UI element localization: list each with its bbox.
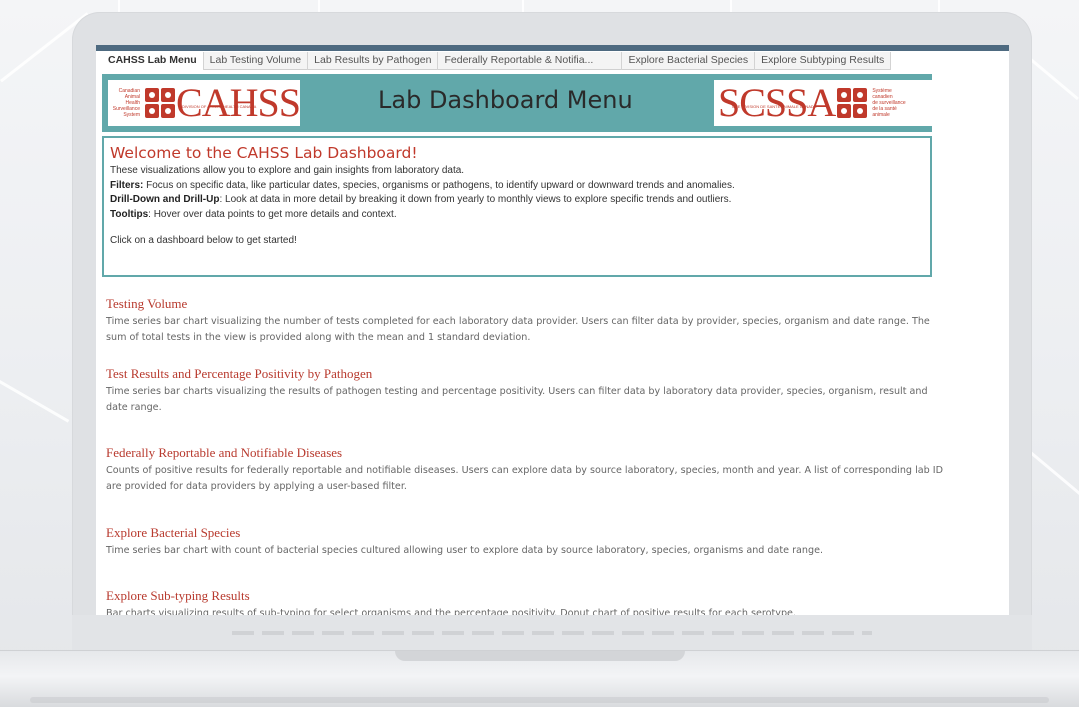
section-federally-reportable[interactable]: Federally Reportable and Notifiable Dise… xyxy=(106,445,946,495)
welcome-intro: These visualizations allow you to explor… xyxy=(110,165,465,176)
welcome-filters: Filters: Focus on specific data, like pa… xyxy=(110,179,735,191)
welcome-cta: Click on a dashboard below to get starte… xyxy=(110,235,297,246)
laptop-keyboard xyxy=(72,615,1032,652)
cahss-logo: Canadian Animal Health Surveillance Syst… xyxy=(108,80,301,126)
laptop-notch xyxy=(395,651,685,661)
cahss-emblem-icon xyxy=(144,88,175,118)
laptop-base xyxy=(0,650,1079,707)
dashboard-tabs: CAHSS Lab Menu Lab Testing Volume Lab Re… xyxy=(102,52,892,70)
scssa-logo: SCSSA UNE DIVISION DE SANTÉ ANIMALE CANA… xyxy=(714,80,932,126)
laptop-shadow xyxy=(30,697,1049,703)
tab-explore-bacterial-species[interactable]: Explore Bacterial Species xyxy=(622,52,756,70)
welcome-tooltips: Tooltips: Hover over data points to get … xyxy=(110,208,397,220)
section-description: Time series bar charts visualizing the r… xyxy=(106,386,928,413)
bg-line xyxy=(1028,450,1079,504)
scssa-wordmark: SCSSA UNE DIVISION DE SANTÉ ANIMALE CANA… xyxy=(718,80,836,125)
section-title[interactable]: Testing Volume xyxy=(106,296,946,312)
bg-line xyxy=(0,380,70,423)
tab-federally-reportable[interactable]: Federally Reportable & Notifia... xyxy=(438,52,623,70)
section-description: Time series bar chart with count of bact… xyxy=(106,545,824,556)
tab-explore-subtyping-results[interactable]: Explore Subtyping Results xyxy=(755,52,892,70)
section-test-results-positivity[interactable]: Test Results and Percentage Positivity b… xyxy=(106,366,946,416)
cahss-wordmark: CAHSS DIVISION OF ANIMAL HEALTH CANADA xyxy=(176,80,301,125)
screen-topbar xyxy=(96,45,1009,51)
scssa-emblem-icon xyxy=(837,88,868,118)
laptop-screen: CAHSS Lab Menu Lab Testing Volume Lab Re… xyxy=(96,45,1009,615)
scssa-logo-text: Système canadien de surveillance de la s… xyxy=(872,88,906,118)
section-description: Bar charts visualizing results of sub-ty… xyxy=(106,608,796,615)
section-description: Time series bar chart visualizing the nu… xyxy=(106,316,930,343)
section-title[interactable]: Test Results and Percentage Positivity b… xyxy=(106,366,946,382)
tab-lab-testing-volume[interactable]: Lab Testing Volume xyxy=(204,52,309,70)
section-description: Counts of positive results for federally… xyxy=(106,465,943,492)
section-testing-volume[interactable]: Testing Volume Time series bar chart vis… xyxy=(106,296,946,346)
section-title[interactable]: Explore Bacterial Species xyxy=(106,525,946,541)
cahss-logo-text: Canadian Animal Health Surveillance Syst… xyxy=(112,88,140,118)
section-explore-bacterial-species[interactable]: Explore Bacterial Species Time series ba… xyxy=(106,525,946,559)
welcome-drill: Drill-Down and Drill-Up: Look at data in… xyxy=(110,194,732,205)
section-explore-subtyping[interactable]: Explore Sub-typing Results Bar charts vi… xyxy=(106,588,946,615)
welcome-box: Welcome to the CAHSS Lab Dashboard! Thes… xyxy=(102,136,932,277)
section-title[interactable]: Federally Reportable and Notifiable Dise… xyxy=(106,445,946,461)
header-banner: Canadian Animal Health Surveillance Syst… xyxy=(102,74,932,132)
welcome-heading: Welcome to the CAHSS Lab Dashboard! xyxy=(110,144,418,162)
tab-lab-results-by-pathogen[interactable]: Lab Results by Pathogen xyxy=(308,52,439,70)
tab-cahss-lab-menu[interactable]: CAHSS Lab Menu xyxy=(102,52,204,70)
section-title[interactable]: Explore Sub-typing Results xyxy=(106,588,946,604)
page-title: Lab Dashboard Menu xyxy=(378,86,633,114)
